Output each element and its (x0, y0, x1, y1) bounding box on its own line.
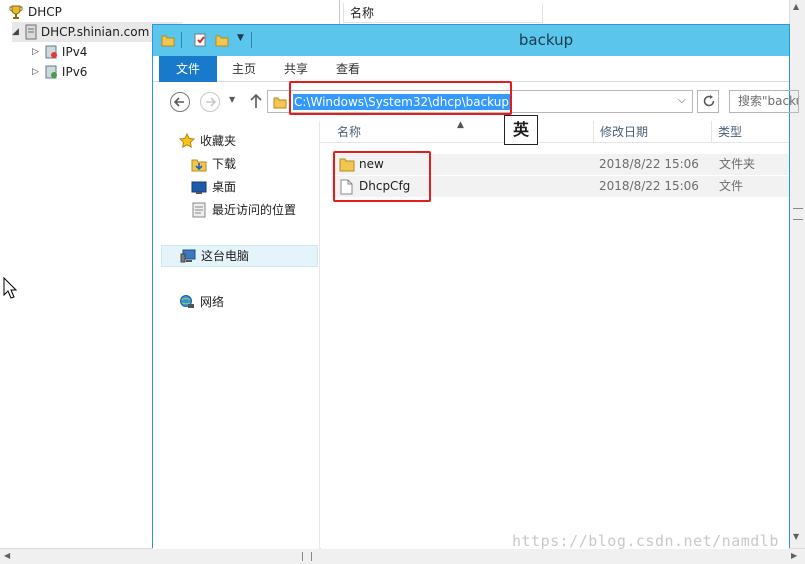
file-type: 文件 (719, 179, 744, 193)
downloads-icon (191, 156, 207, 172)
collapsed-arrow-icon[interactable]: ▷ (32, 62, 39, 82)
scroll-right-arrow-icon[interactable]: ▶ (791, 551, 797, 560)
ipv6-icon (44, 65, 58, 79)
column-header-type[interactable]: 类型 (711, 121, 789, 143)
network-icon (179, 294, 195, 310)
search-input[interactable]: 搜索"backup" (729, 90, 799, 113)
watermark: https://blog.csdn.net/namdlb (512, 532, 779, 550)
folder-icon (273, 95, 287, 109)
console-list-header-name[interactable]: 名称 (343, 3, 543, 23)
server-icon (25, 24, 37, 40)
dhcp-trophy-icon (8, 4, 24, 20)
recent-locations-dropdown-icon[interactable]: ▼ (229, 95, 235, 104)
file-type: 文件夹 (719, 157, 756, 171)
computer-icon (180, 248, 196, 264)
file-modified: 2018/8/22 15:06 (599, 179, 699, 193)
address-highlight-box (289, 81, 512, 115)
nav-item-downloads[interactable]: 下载 (191, 154, 236, 174)
scroll-left-arrow-icon[interactable]: ◀ (4, 551, 10, 560)
tree-item-ipv4[interactable]: ▷ IPv4 (32, 42, 87, 62)
recent-places-icon (191, 202, 207, 218)
ipv4-icon (44, 45, 58, 59)
tab-home[interactable]: 主页 (225, 56, 263, 82)
desktop-icon (191, 179, 207, 195)
column-header-modified[interactable]: 修改日期 (593, 121, 711, 143)
tab-view[interactable]: 查看 (329, 56, 367, 82)
tree-item-ipv6[interactable]: ▷ IPv6 (32, 62, 87, 82)
console-horizontal-scrollbar[interactable]: ◀ ▶ (0, 548, 805, 564)
files-highlight-box (333, 151, 431, 202)
expanded-arrow-icon[interactable]: ◢ (12, 22, 19, 42)
back-icon[interactable] (169, 91, 191, 113)
file-modified: 2018/8/22 15:06 (599, 157, 699, 171)
window-title: backup (518, 31, 574, 49)
refresh-icon (702, 94, 716, 108)
forward-icon[interactable] (199, 91, 221, 113)
tree-item-dhcp[interactable]: DHCP (8, 2, 62, 22)
nav-item-this-pc[interactable]: 这台电脑 (161, 245, 318, 267)
ribbon-tabs: 文件 主页 共享 查看 (153, 56, 789, 82)
nav-item-favorites[interactable]: 收藏夹 (179, 131, 236, 151)
console-vertical-scrollbar[interactable]: ▲ ▼ (789, 0, 805, 548)
star-icon (179, 133, 195, 149)
mouse-cursor-icon (3, 277, 17, 299)
scroll-thumb-grip[interactable] (793, 208, 803, 220)
tree-label-server: DHCP.shinian.com (40, 25, 150, 39)
nav-item-desktop[interactable]: 桌面 (191, 177, 236, 197)
up-arrow-icon[interactable] (249, 93, 263, 109)
tab-file[interactable]: 文件 (159, 56, 217, 82)
refresh-button[interactable] (697, 90, 719, 113)
nav-item-network[interactable]: 网络 (179, 292, 224, 312)
tab-share[interactable]: 共享 (277, 56, 315, 82)
title-bar[interactable]: ▼ backup (153, 25, 789, 56)
scroll-thumb-grip[interactable] (302, 552, 312, 561)
address-dropdown-icon[interactable]: ⌵ (678, 95, 686, 106)
scroll-down-arrow-icon[interactable]: ▼ (793, 532, 799, 541)
ime-indicator: 英 (504, 115, 538, 145)
collapsed-arrow-icon[interactable]: ▷ (32, 42, 39, 62)
tree-label-ipv4: IPv4 (61, 45, 88, 59)
tree-label-dhcp: DHCP (28, 5, 62, 19)
nav-item-recent[interactable]: 最近访问的位置 (191, 200, 296, 220)
navigation-pane: 收藏夹 下载 桌面 最近访问的位置 这台电脑 网络 (153, 121, 320, 549)
column-header-name[interactable]: 名称 (331, 121, 593, 143)
scroll-up-arrow-icon[interactable]: ▲ (793, 2, 799, 11)
column-header-row: ▲ 名称 修改日期 类型 (321, 120, 789, 143)
tree-label-ipv6: IPv6 (61, 65, 88, 79)
